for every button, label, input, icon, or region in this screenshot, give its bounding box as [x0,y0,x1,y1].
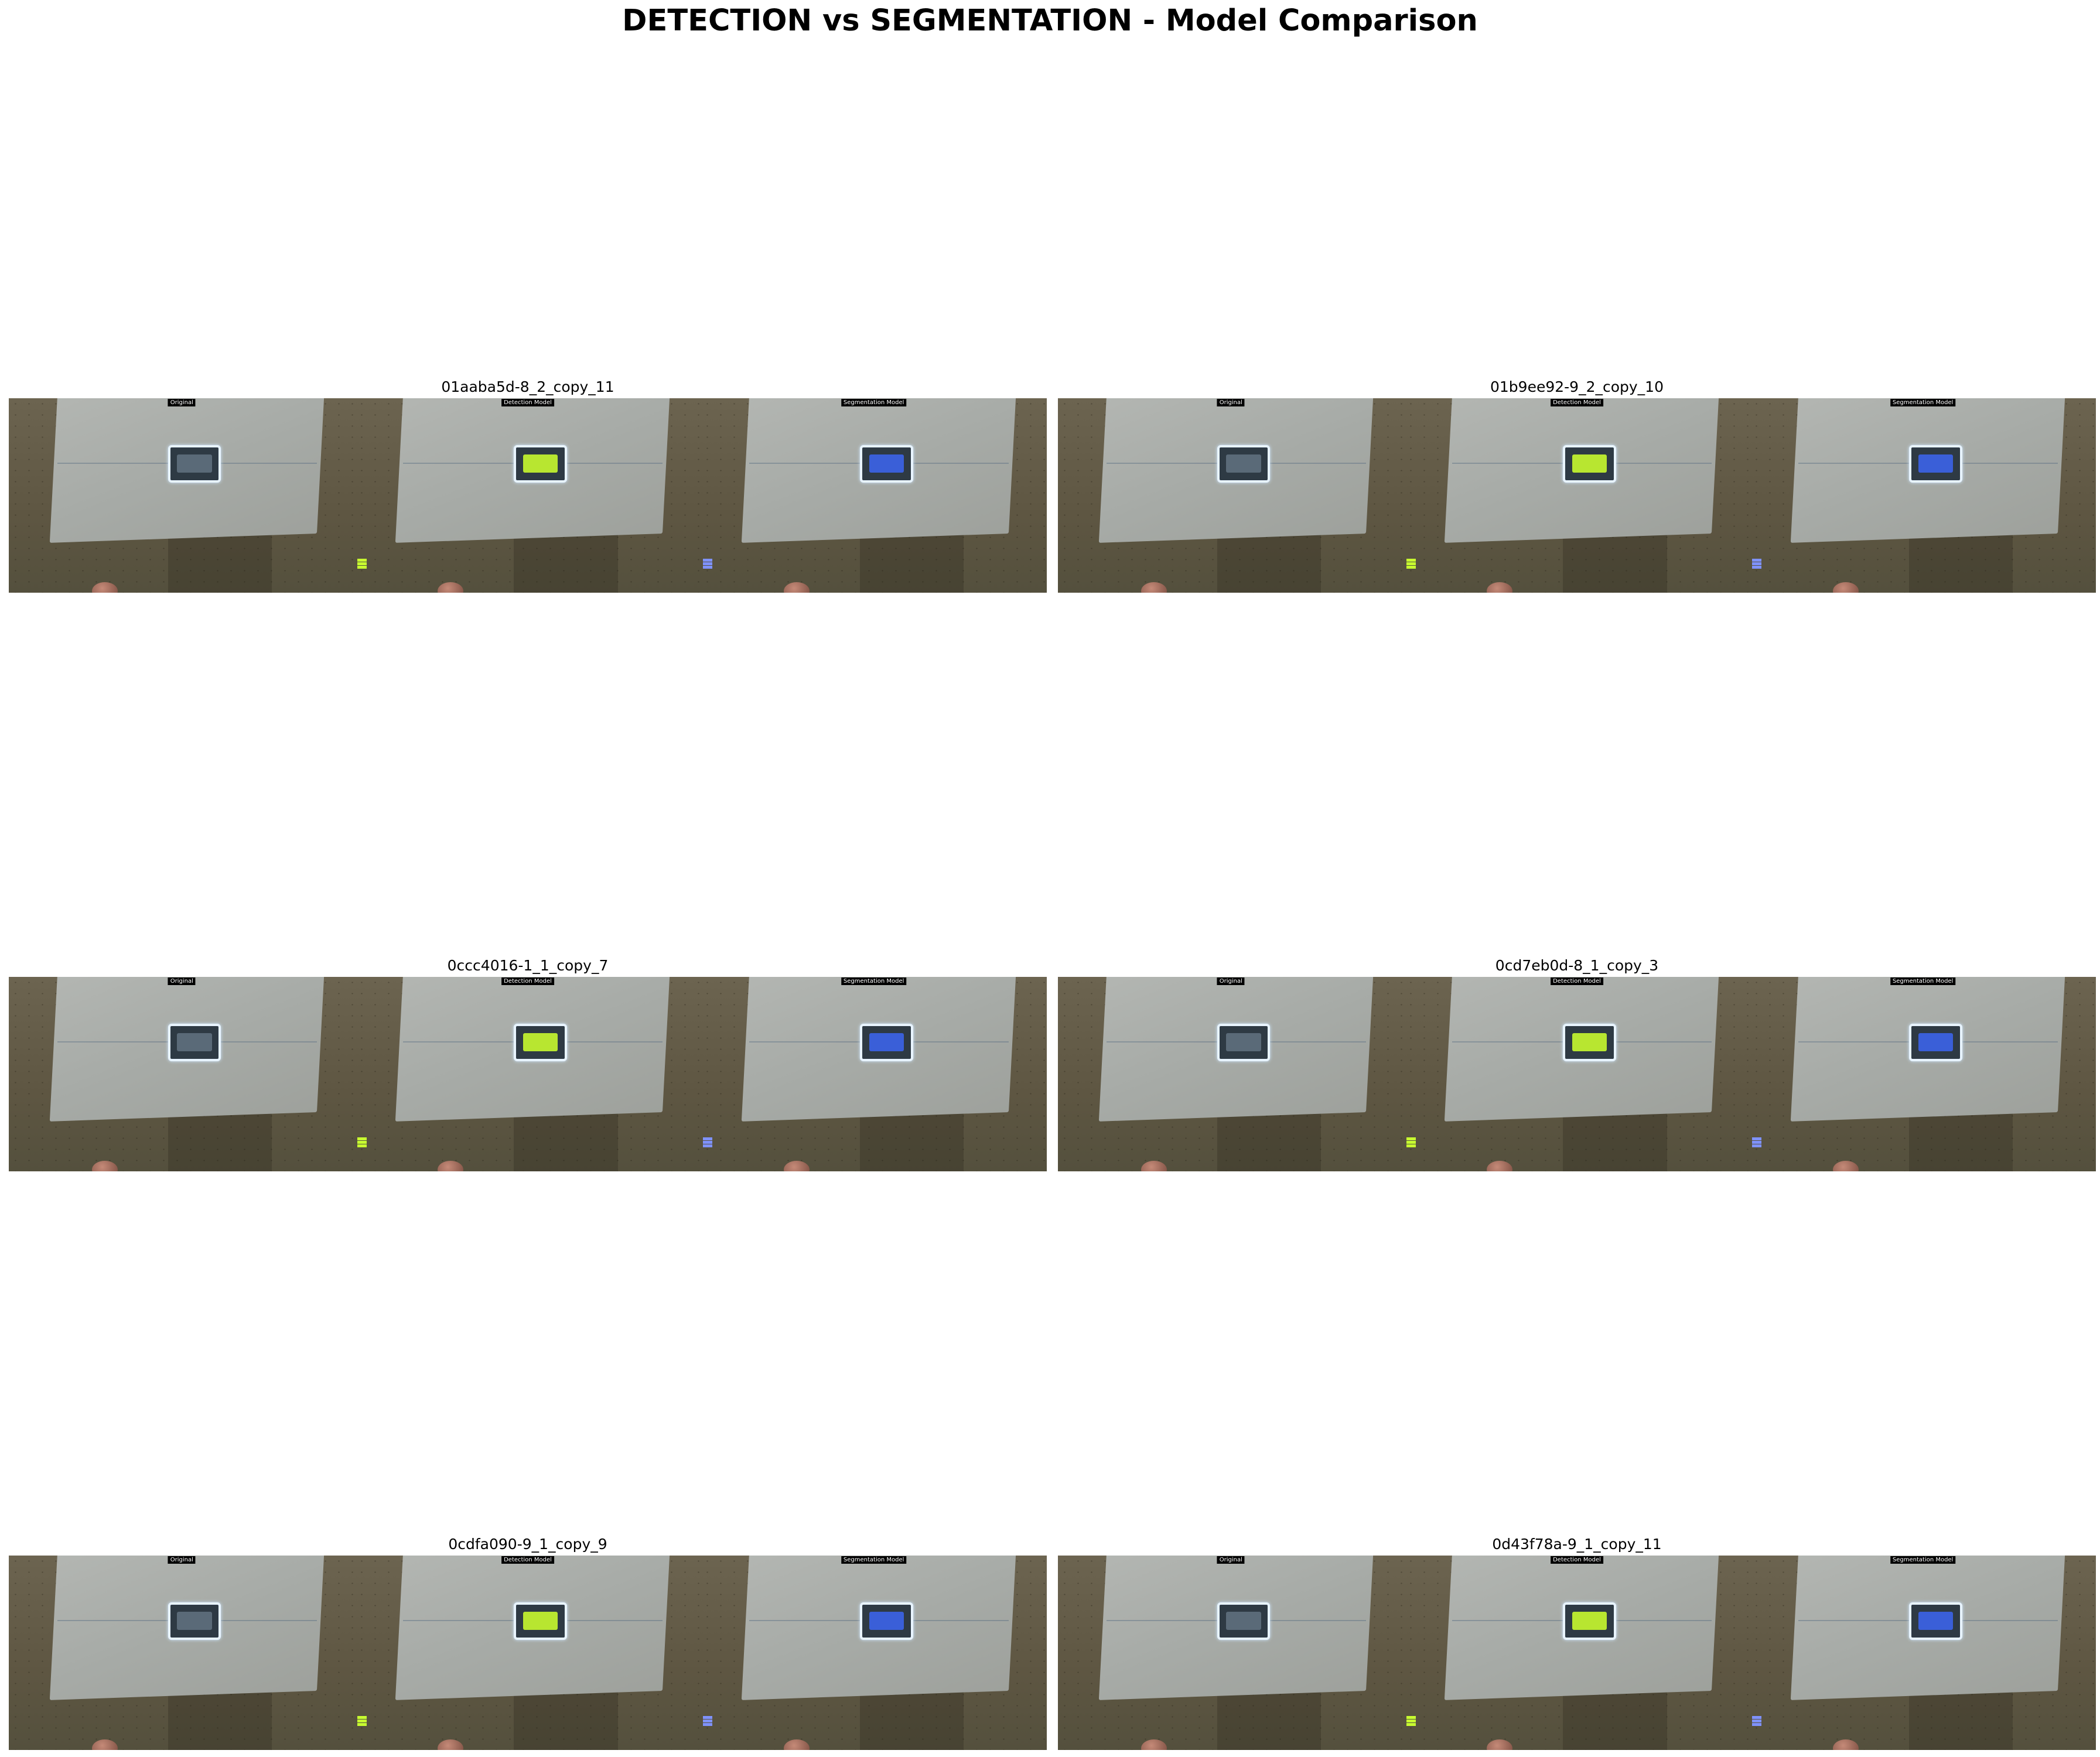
sub-image-label: Original [1217,399,1245,406]
stats-overlay [703,1716,713,1727]
original-image: Original [9,398,355,593]
original-image: Original [9,1556,355,1750]
sub-image-label: Segmentation Model [1890,399,1956,406]
stats-overlay [1752,1137,1762,1148]
stats-overlay [1752,1716,1762,1727]
panel-title: 01aaba5d-8_2_copy_11 [441,378,614,395]
segmentation-image: Segmentation Model [701,398,1047,593]
segmentation-image: Segmentation Model [701,1556,1047,1750]
panel-image-strip: Original Detection Model Segmentation Mode… [1058,398,2096,593]
stats-overlay [703,1137,713,1148]
panel-image-strip: Original Detection Model Segmentation Mode… [9,1556,1047,1750]
object-frame [1563,1023,1617,1062]
stats-overlay [357,1716,367,1727]
sub-image-label: Detection Model [1551,1556,1603,1564]
panel-image-strip: Original Detection Model Segmentation Mode… [1058,977,2096,1171]
segmentation-image: Segmentation Model [1750,398,2096,593]
detection-image: Detection Model [1404,1556,1750,1750]
object-frame [514,1602,568,1640]
detection-image: Detection Model [354,398,701,593]
object-frame [1909,1023,1962,1062]
stats-overlay [1752,559,1762,569]
object-frame [514,445,568,483]
sub-image-label: Segmentation Model [841,977,907,985]
sub-image-label: Original [168,1556,196,1564]
stats-overlay [1406,1716,1416,1727]
panel-image-strip: Original Detection Model Segmentation Mode… [1058,1556,2096,1750]
detection-image: Detection Model [354,977,701,1171]
sub-image-label: Detection Model [1551,399,1603,406]
object-frame [1909,1602,1962,1640]
object-frame [1563,445,1617,483]
sub-image-label: Segmentation Model [841,399,907,406]
original-image: Original [9,977,355,1171]
segmentation-image: Segmentation Model [1750,1556,2096,1750]
panel-title: 0ccc4016-1_1_copy_7 [447,957,609,974]
object-frame [168,1023,221,1062]
object-frame [860,1602,913,1640]
segmentation-image: Segmentation Model [1750,977,2096,1171]
sub-image-label: Original [1217,1556,1245,1564]
panel-image-strip: Original Detection Model Segmentation Mode… [9,398,1047,593]
detection-image: Detection Model [1404,977,1750,1171]
object-frame [1909,445,1962,483]
stats-overlay [703,559,713,569]
object-frame [1217,445,1271,483]
object-frame [168,1602,221,1640]
panel-title: 0d43f78a-9_1_copy_11 [1492,1536,1662,1553]
sub-image-label: Segmentation Model [841,1556,907,1564]
sub-image-label: Original [1217,977,1245,985]
panel-image-strip: Original Detection Model Segmentation Mode… [9,977,1047,1171]
object-frame [1563,1602,1617,1640]
original-image: Original [1058,977,1404,1171]
sub-image-label: Detection Model [1551,977,1603,985]
panel-title: 01b9ee92-9_2_copy_10 [1490,378,1664,395]
panel-title: 0cdfa090-9_1_copy_9 [448,1536,607,1553]
stats-overlay [1406,1137,1416,1148]
object-frame [860,1023,913,1062]
sub-image-label: Original [168,977,196,985]
sub-image-label: Segmentation Model [1890,1556,1956,1564]
sub-image-label: Detection Model [501,399,554,406]
panel-title: 0cd7eb0d-8_1_copy_3 [1495,957,1659,974]
stats-overlay [1406,559,1416,569]
stats-overlay [357,559,367,569]
original-image: Original [1058,1556,1404,1750]
object-frame [1217,1602,1271,1640]
object-frame [860,445,913,483]
sub-image-label: Segmentation Model [1890,977,1956,985]
object-frame [514,1023,568,1062]
object-frame [168,445,221,483]
original-image: Original [1058,398,1404,593]
stats-overlay [357,1137,367,1148]
figure-title: DETECTION vs SEGMENTATION - Model Compar… [622,4,1478,38]
detection-image: Detection Model [1404,398,1750,593]
sub-image-label: Detection Model [501,977,554,985]
sub-image-label: Original [168,399,196,406]
detection-image: Detection Model [354,1556,701,1750]
object-frame [1217,1023,1271,1062]
segmentation-image: Segmentation Model [701,977,1047,1171]
sub-image-label: Detection Model [501,1556,554,1564]
